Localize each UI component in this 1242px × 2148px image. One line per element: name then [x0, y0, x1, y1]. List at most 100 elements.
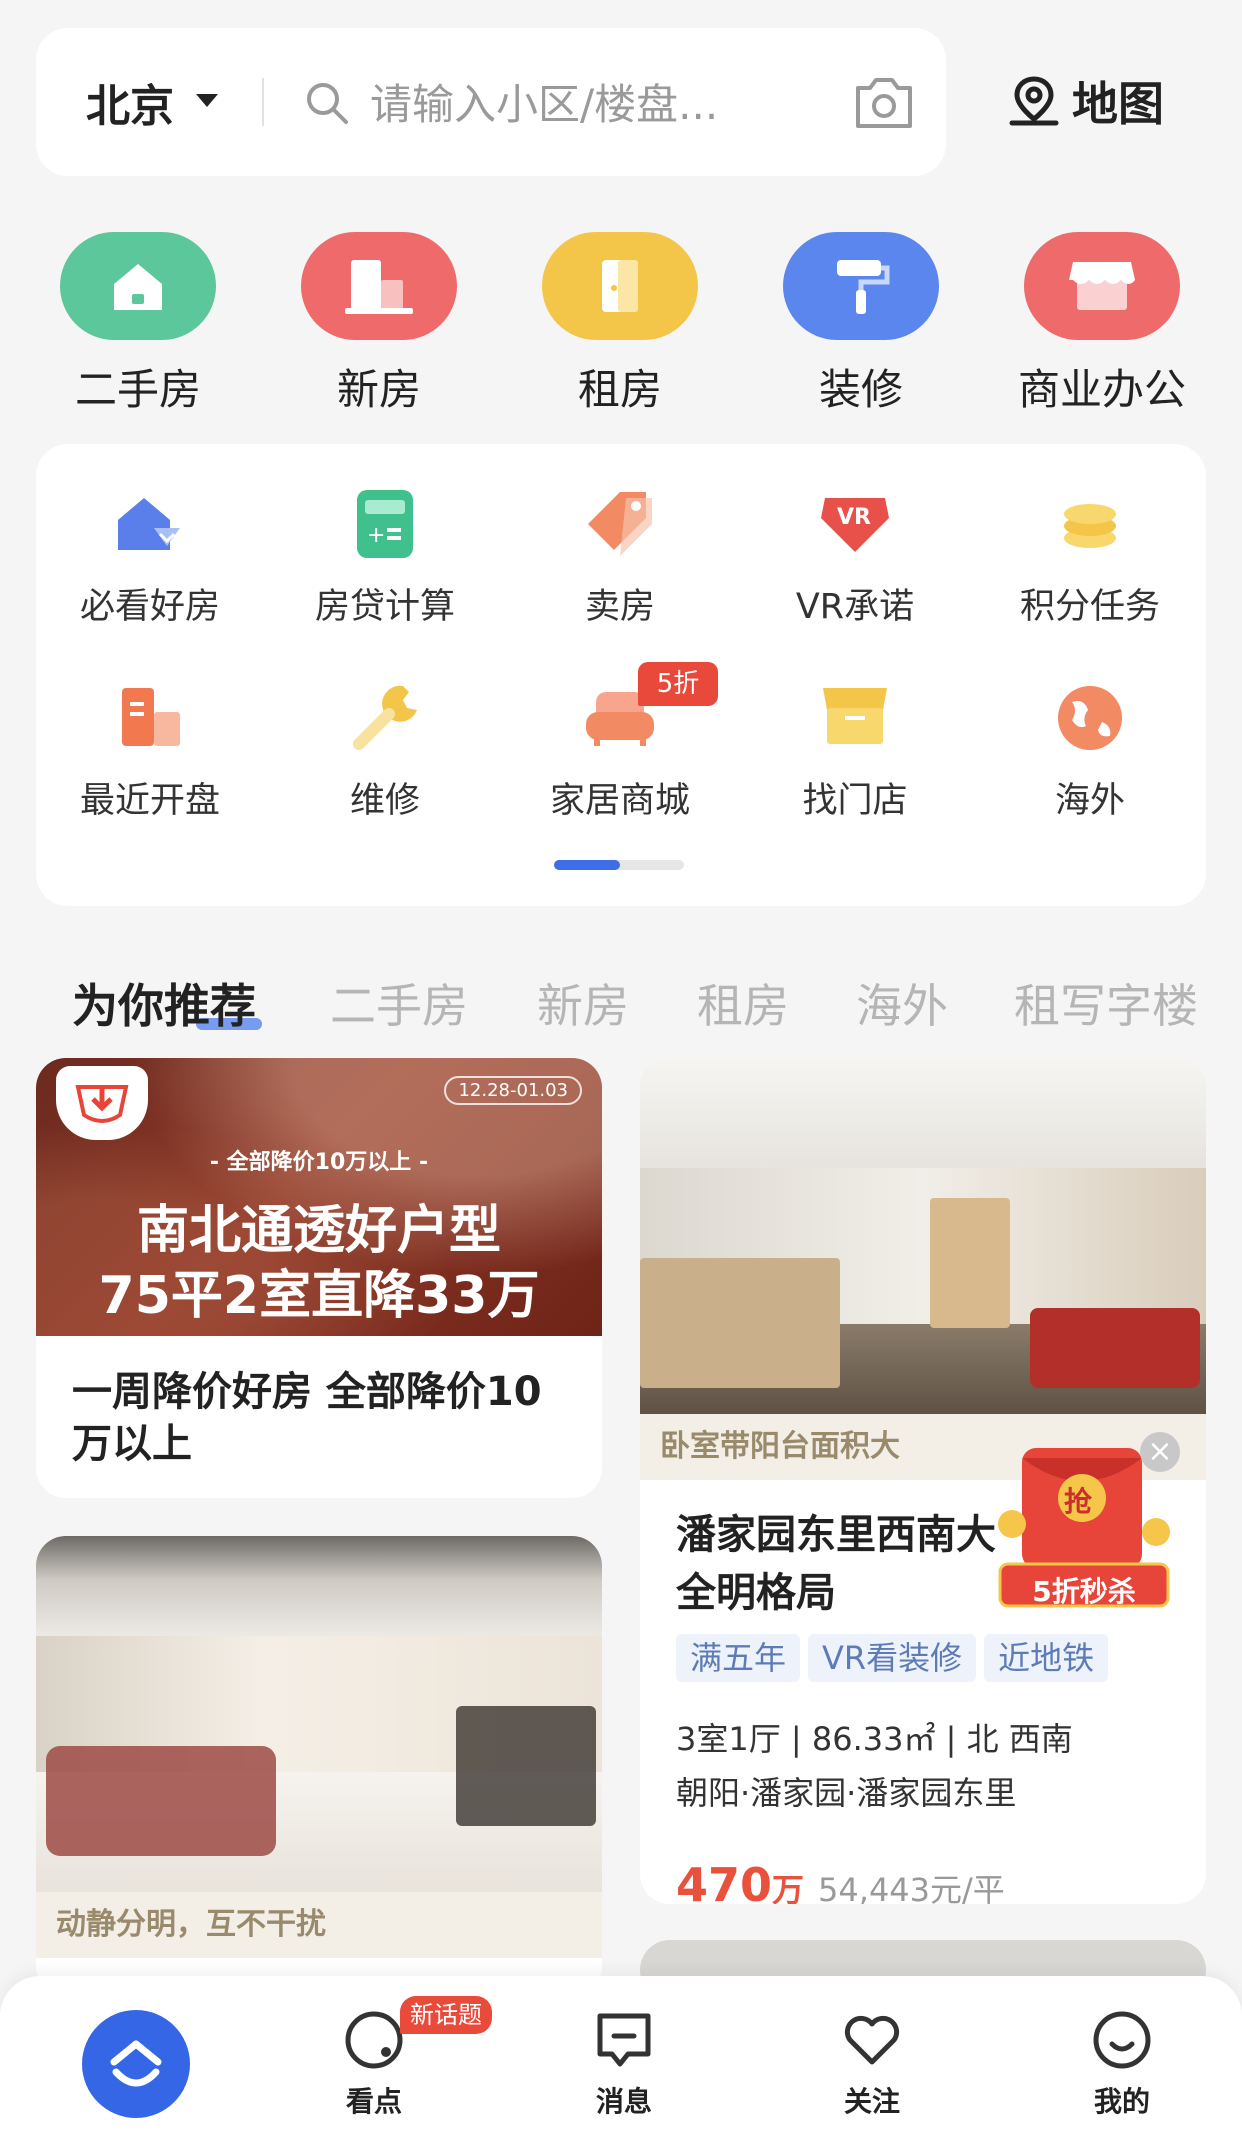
bottom-nav: 看点 新话题 消息 关注 我的 — [0, 1976, 1242, 2148]
nav-label: 关注 — [843, 2085, 900, 2118]
tools-panel: 必看好房 + 房贷计算 卖房 VR VR承诺 积分任务 最近开盘 维修 家居商城… — [36, 444, 1206, 906]
store-icon — [1024, 232, 1180, 340]
tool-label: 维修 — [349, 781, 420, 821]
tab-rent[interactable]: 租房 — [697, 970, 789, 1036]
tool-overseas[interactable]: 海外 — [980, 678, 1200, 823]
category-newhome[interactable]: 新房 — [279, 232, 479, 417]
tool-recent-open[interactable]: 最近开盘 — [40, 678, 260, 823]
listing-tag: 满五年 — [676, 1634, 801, 1682]
feed-tabs: 为你推荐 二手房 新房 租房 海外 租写字楼 — [0, 970, 1242, 1040]
search-input[interactable] — [368, 68, 842, 140]
price-unit: 万 — [772, 1871, 805, 1904]
store-box-icon — [815, 678, 895, 758]
home-logo-icon — [110, 2040, 162, 2087]
listing-photo — [36, 1536, 602, 1892]
door-icon — [542, 232, 698, 340]
flash-sale-label: 5折秒杀 — [1032, 1575, 1136, 1608]
listing-caption: 动静分明，互不干扰 — [36, 1892, 602, 1958]
tab-office-rent[interactable]: 租写字楼 — [1014, 970, 1198, 1036]
listing-price: 470万 54,443元/平 — [676, 1858, 1005, 1904]
vr-shield-icon: VR — [815, 484, 895, 564]
nav-follow[interactable]: 关注 — [812, 2008, 932, 2120]
tool-label: 海外 — [1054, 781, 1125, 821]
calculator-icon: + — [345, 484, 425, 564]
photo-door — [930, 1198, 1010, 1328]
category-label: 二手房 — [74, 365, 201, 414]
svg-text:VR: VR — [837, 505, 871, 530]
flash-sale-grab: 抢 — [1064, 1485, 1093, 1518]
map-pin-icon — [1009, 76, 1059, 126]
category-label: 装修 — [818, 365, 903, 414]
photo-ceiling — [36, 1536, 602, 1646]
photo-sofa — [46, 1746, 276, 1856]
unit-price: 54,443元/平 — [818, 1871, 1005, 1904]
tool-vr-promise[interactable]: VR VR承诺 — [745, 484, 965, 629]
tool-repair[interactable]: 维修 — [275, 678, 495, 823]
discount-badge: 5折 — [638, 662, 718, 706]
nav-messages[interactable]: 消息 — [564, 2008, 684, 2120]
camera-icon[interactable] — [852, 74, 916, 130]
category-secondhand[interactable]: 二手房 — [38, 232, 238, 417]
coins-icon — [1050, 484, 1130, 564]
tool-label: 家居商城 — [549, 781, 690, 821]
promo-subtitle: - 全部降价10万以上 - — [209, 1150, 429, 1175]
tool-sell[interactable]: 卖房 — [510, 484, 730, 629]
tool-label: 卖房 — [584, 587, 655, 627]
listing-photo — [640, 1058, 1206, 1414]
home-button[interactable] — [82, 2010, 190, 2118]
chevron-down-icon[interactable] — [196, 94, 218, 107]
listing-specs: 3室1厅 | 86.33㎡ | 北 西南 — [676, 1720, 1073, 1758]
tool-loan-calc[interactable]: + 房贷计算 — [275, 484, 495, 629]
smile-icon — [1093, 2011, 1151, 2069]
tool-must-see[interactable]: 必看好房 — [40, 484, 260, 629]
tab-secondhand[interactable]: 二手房 — [330, 970, 468, 1036]
tab-recommend[interactable]: 为你推荐 — [72, 970, 256, 1036]
promo-title: 一周降价好房 全部降价10万以上 — [72, 1369, 542, 1467]
promo-headline: 南北通透好户型 — [136, 1201, 501, 1261]
category-rent[interactable]: 租房 — [520, 232, 720, 417]
paint-roller-icon — [783, 232, 939, 340]
svg-text:+: + — [367, 523, 385, 548]
tool-label: 找门店 — [802, 781, 908, 821]
category-decoration[interactable]: 装修 — [761, 232, 961, 417]
photo-bed — [1030, 1308, 1200, 1388]
house-heart-icon — [110, 484, 190, 564]
price-value: 470 — [676, 1858, 773, 1904]
tab-newhome[interactable]: 新房 — [537, 970, 629, 1036]
category-label: 商业办公 — [1017, 365, 1186, 414]
category-label: 新房 — [336, 365, 421, 414]
tool-find-store[interactable]: 找门店 — [745, 678, 965, 823]
map-button[interactable]: 地图 — [1006, 66, 1164, 136]
tab-overseas[interactable]: 海外 — [856, 970, 948, 1036]
price-tag-icon — [580, 484, 660, 564]
tool-points[interactable]: 积分任务 — [980, 484, 1200, 629]
search-bar: 北京 — [36, 28, 946, 176]
building-icon — [301, 232, 457, 340]
promo-card[interactable]: 12.28-01.03 - 全部降价10万以上 - 南北通透好户型 75平2室直… — [36, 1058, 602, 1498]
category-commercial[interactable]: 商业办公 — [1002, 232, 1202, 417]
tool-label: VR承诺 — [795, 587, 915, 627]
map-label: 地图 — [1072, 77, 1164, 131]
photo-cabinet — [456, 1706, 596, 1826]
chat-bubble-icon — [345, 2011, 403, 2069]
nav-me[interactable]: 我的 — [1062, 2008, 1182, 2120]
tool-label: 积分任务 — [1019, 587, 1160, 627]
nav-label: 看点 — [345, 2085, 402, 2118]
page-indicator-thumb — [554, 860, 620, 870]
divider — [262, 78, 264, 126]
building-icon — [110, 678, 190, 758]
promo-banner: 12.28-01.03 - 全部降价10万以上 - 南北通透好户型 75平2室直… — [36, 1058, 602, 1336]
promo-date: 12.28-01.03 — [444, 1076, 582, 1105]
listing-tag: VR看装修 — [808, 1634, 977, 1682]
city-selector[interactable]: 北京 — [86, 70, 174, 134]
category-label: 租房 — [577, 365, 662, 414]
page-indicator — [554, 860, 684, 870]
listing-tags: 满五年 VR看装修 近地铁 — [676, 1634, 1116, 1682]
category-row: 二手房 新房 租房 装修 商业办公 — [0, 232, 1242, 414]
listing-card-2[interactable]: 动静分明，互不干扰 — [36, 1536, 602, 1996]
photo-desk — [640, 1258, 840, 1388]
tool-label: 必看好房 — [79, 587, 220, 627]
heart-icon — [844, 2015, 900, 2065]
nav-label: 消息 — [595, 2085, 652, 2118]
close-icon[interactable]: × — [1140, 1432, 1180, 1472]
